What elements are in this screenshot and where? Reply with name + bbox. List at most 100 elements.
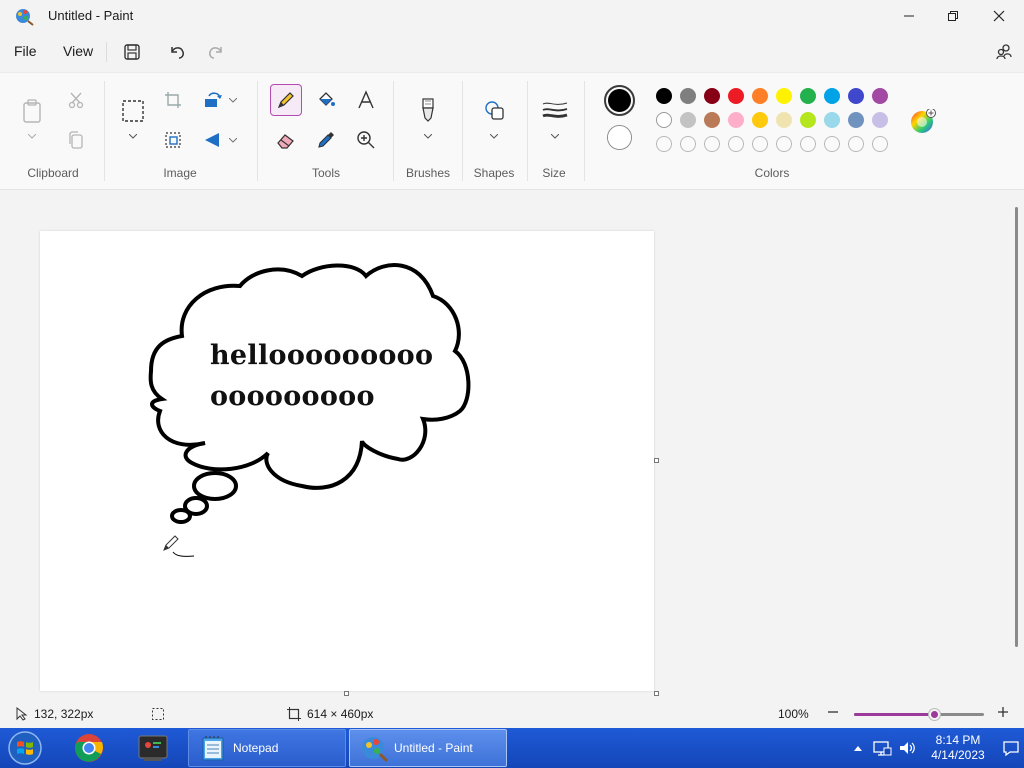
save-icon[interactable] [120,40,144,64]
color-swatch[interactable] [704,88,720,104]
minimize-button[interactable] [886,0,932,32]
undo-icon[interactable] [165,40,189,64]
color-swatch[interactable] [872,112,888,128]
chevron-down-icon[interactable] [27,132,37,140]
custom-color-slot[interactable] [800,136,816,152]
paste-button[interactable] [17,96,47,126]
brushes-button[interactable] [413,95,443,125]
media-app-icon [138,735,168,761]
flip-button[interactable] [198,125,228,155]
custom-color-slot[interactable] [824,136,840,152]
color-picker-button[interactable] [311,125,341,155]
color-swatch[interactable] [824,112,840,128]
select-button[interactable] [118,96,148,126]
custom-color-slot[interactable] [656,136,672,152]
size-button[interactable] [540,95,570,125]
custom-color-slot[interactable] [728,136,744,152]
chevron-down-icon[interactable] [489,132,499,140]
resize-handle-right[interactable] [654,458,659,463]
start-button[interactable] [6,730,44,766]
bubble-text-line2: ooooooooo [210,381,375,412]
color-swatch[interactable] [680,88,696,104]
tray-expand-icon[interactable] [850,745,866,752]
redo-icon[interactable] [204,40,228,64]
zoom-out-button[interactable] [826,705,840,719]
color-swatch[interactable] [728,88,744,104]
notepad-icon [202,736,224,761]
color-swatch[interactable] [800,88,816,104]
rotate-button[interactable] [198,85,228,115]
shapes-button[interactable] [479,95,509,125]
taskbar-paint-label: Untitled - Paint [394,741,473,755]
menu-file[interactable]: File [14,43,37,59]
resize-button[interactable] [158,125,188,155]
chevron-down-icon[interactable] [550,132,560,140]
clock[interactable]: 8:14 PM 4/14/2023 [928,733,988,763]
share-icon[interactable] [992,40,1016,64]
color2-swatch[interactable] [607,125,632,150]
color-swatch[interactable] [752,112,768,128]
color-swatch[interactable] [800,112,816,128]
color-swatch[interactable] [776,112,792,128]
pencil-tool-button[interactable] [270,84,302,116]
clock-date: 4/14/2023 [931,748,985,762]
selection-size [151,707,165,721]
color-swatch[interactable] [776,88,792,104]
fill-bucket-icon [319,92,335,106]
chevron-down-icon[interactable] [423,132,433,140]
color-swatch[interactable] [848,88,864,104]
custom-color-slot[interactable] [872,136,888,152]
copy-button[interactable] [61,125,91,155]
chevron-down-icon[interactable] [128,132,138,140]
crop-button[interactable] [158,85,188,115]
volume-icon[interactable] [898,739,918,757]
network-icon[interactable] [872,739,892,757]
close-button[interactable] [976,0,1022,32]
custom-color-slot[interactable] [752,136,768,152]
eraser-tool-button[interactable] [271,125,301,155]
color-swatch[interactable] [824,88,840,104]
color-swatch[interactable] [848,112,864,128]
selection-icon [152,708,164,720]
custom-color-slot[interactable] [680,136,696,152]
drawing-canvas[interactable]: hellooooooooo ooooooooo [40,231,654,691]
text-icon [358,90,374,109]
chrome-taskbar-icon[interactable] [70,730,108,766]
color-swatch[interactable] [656,112,672,128]
custom-color-slot[interactable] [776,136,792,152]
chevron-down-icon[interactable] [228,96,238,104]
zoom-in-button[interactable] [996,705,1010,719]
color-swatch[interactable] [728,112,744,128]
color-swatch[interactable] [872,88,888,104]
color-swatch[interactable] [656,88,672,104]
notification-icon[interactable] [1002,739,1020,757]
stray-pencil-stroke [172,551,195,557]
zoom-slider[interactable] [854,709,984,720]
flip-icon [205,133,219,147]
taskbar: Notepad Untitled - Paint 8:14 PM 4/14/20… [0,728,1024,768]
zoom-slider-thumb[interactable] [928,709,940,720]
restore-button[interactable] [930,0,976,32]
color-swatch[interactable] [680,112,696,128]
custom-color-slot[interactable] [848,136,864,152]
paste-icon [23,99,41,123]
taskbar-notepad-button[interactable]: Notepad [188,729,346,767]
cut-button[interactable] [61,85,91,115]
vertical-scrollbar[interactable] [1015,207,1018,647]
app-taskbar-icon[interactable] [134,730,172,766]
taskbar-paint-button[interactable]: Untitled - Paint [349,729,507,767]
edit-colors-button[interactable] [910,108,936,135]
canvas-size-text: 614 × 460px [307,707,374,721]
color-swatch[interactable] [704,112,720,128]
resize-handle-corner[interactable] [654,691,659,696]
chevron-down-icon[interactable] [228,136,238,144]
magnifier-button[interactable] [351,125,381,155]
color1-swatch[interactable] [604,85,635,116]
custom-color-slot[interactable] [704,136,720,152]
color-swatch[interactable] [752,88,768,104]
text-tool-button[interactable] [351,85,381,115]
paint-app-icon [14,6,34,26]
fill-tool-button[interactable] [311,85,341,115]
menu-view[interactable]: View [63,43,93,59]
resize-handle-bottom[interactable] [344,691,349,696]
